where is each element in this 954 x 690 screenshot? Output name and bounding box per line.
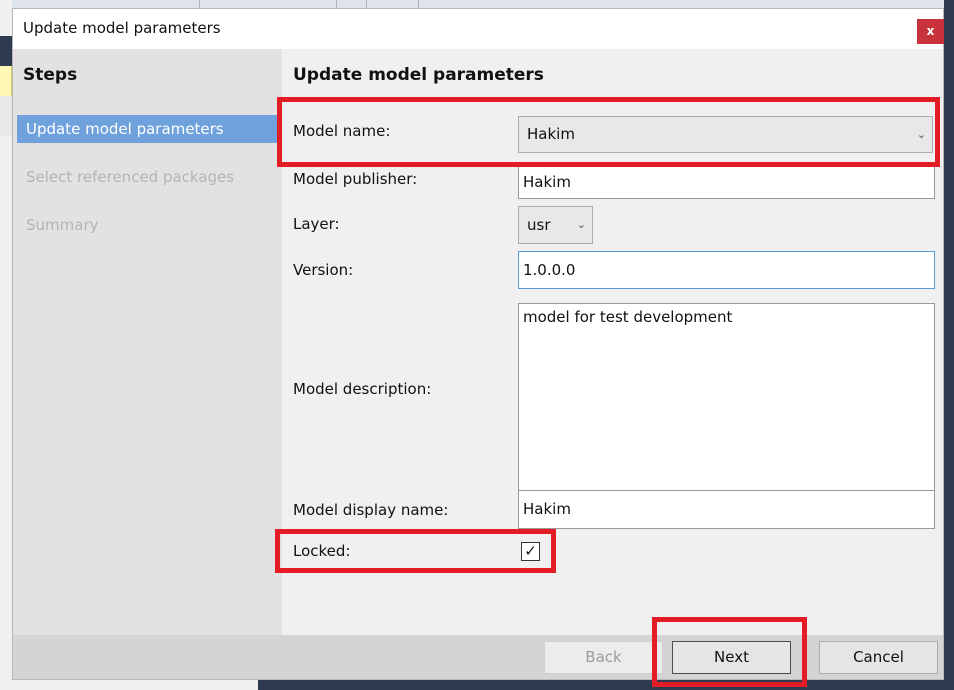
version-label: Version: bbox=[293, 261, 354, 279]
dialog-title: Update model parameters bbox=[23, 19, 221, 37]
layer-dropdown[interactable]: usr ⌄ bbox=[518, 206, 593, 244]
model-publisher-label: Model publisher: bbox=[293, 170, 418, 188]
background-app-bottom bbox=[258, 680, 954, 690]
model-display-name-input[interactable]: Hakim bbox=[518, 490, 935, 529]
version-input[interactable]: 1.0.0.0 bbox=[518, 251, 935, 289]
step-summary: Summary bbox=[26, 216, 99, 234]
step-select-referenced-packages: Select referenced packages bbox=[26, 168, 235, 186]
model-description-textarea[interactable]: model for test development bbox=[518, 303, 935, 492]
background-app-left bbox=[0, 0, 12, 690]
form-pane: Update model parameters Model name: Haki… bbox=[282, 49, 943, 635]
chevron-down-icon: ⌄ bbox=[576, 218, 586, 231]
checkmark-icon: ✓ bbox=[524, 542, 537, 560]
step-update-model-parameters[interactable]: Update model parameters bbox=[17, 115, 277, 143]
model-name-value: Hakim bbox=[527, 125, 575, 143]
form-title: Update model parameters bbox=[293, 65, 544, 85]
close-button[interactable]: x bbox=[917, 19, 944, 44]
model-name-label: Model name: bbox=[293, 122, 391, 140]
cancel-button[interactable]: Cancel bbox=[819, 641, 938, 674]
model-name-dropdown[interactable]: Hakim ⌄ bbox=[518, 116, 933, 153]
background-app-right bbox=[944, 0, 954, 690]
layer-value: usr bbox=[527, 216, 551, 234]
layer-label: Layer: bbox=[293, 215, 340, 233]
background-app-strip bbox=[0, 0, 954, 8]
dialog-titlebar: Update model parameters x bbox=[13, 9, 944, 49]
button-bar: Back Next Cancel bbox=[13, 635, 943, 679]
model-description-label: Model description: bbox=[293, 380, 432, 398]
locked-label: Locked: bbox=[293, 542, 351, 560]
steps-title: Steps bbox=[23, 65, 78, 85]
back-button[interactable]: Back bbox=[544, 641, 663, 674]
model-publisher-input[interactable]: Hakim bbox=[518, 165, 935, 199]
chevron-down-icon: ⌄ bbox=[916, 128, 926, 141]
model-display-name-label: Model display name: bbox=[293, 501, 449, 519]
next-button[interactable]: Next bbox=[672, 641, 791, 674]
update-model-dialog: Update model parameters x Steps Update m… bbox=[12, 8, 944, 680]
locked-checkbox[interactable]: ✓ bbox=[521, 542, 540, 561]
steps-pane: Steps Update model parameters Select ref… bbox=[13, 49, 282, 635]
close-icon: x bbox=[926, 24, 935, 38]
